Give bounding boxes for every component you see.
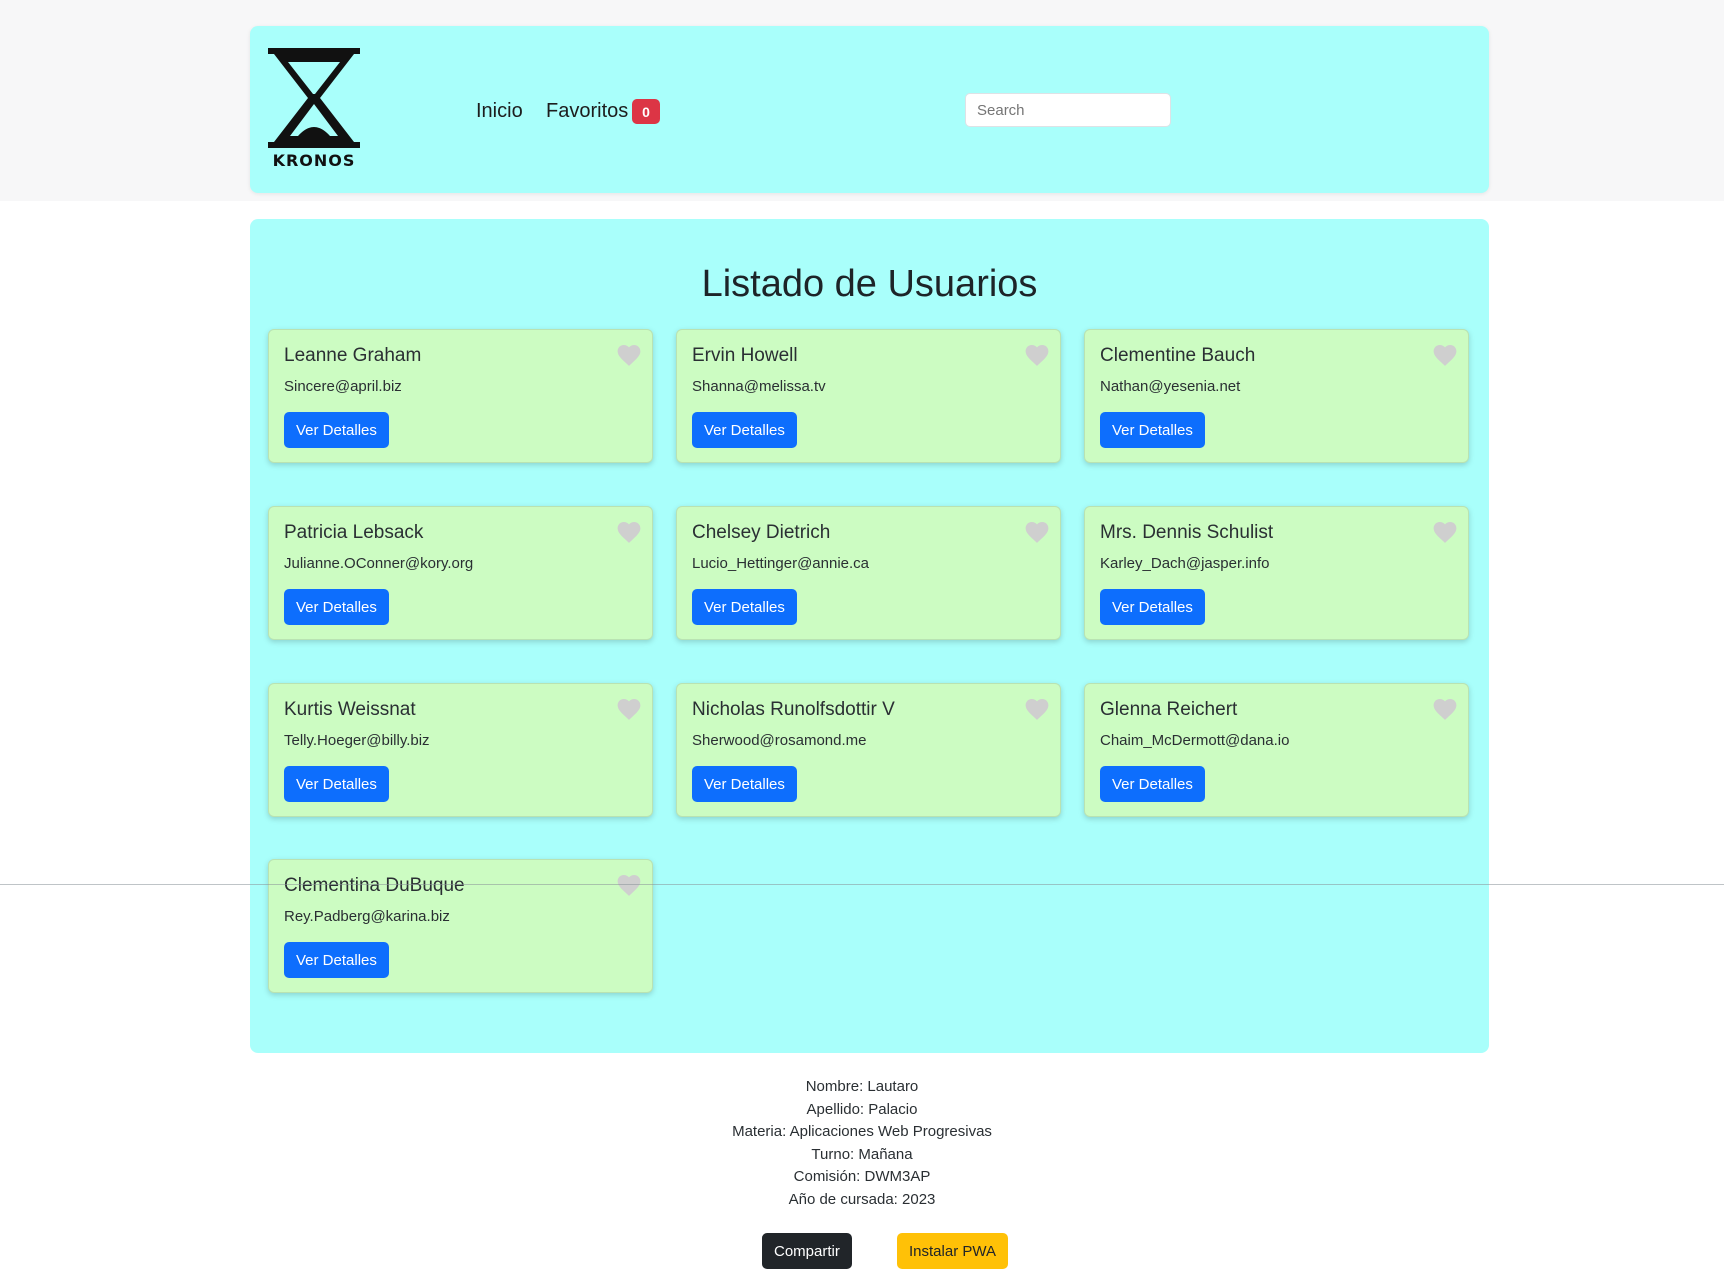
user-card: Clementina DuBuque Rey.Padberg@karina.biz… [268, 859, 653, 993]
footer-actions: Compartir Instalar PWA [0, 1233, 1724, 1269]
heart-icon[interactable] [616, 697, 642, 721]
footer-line: Nombre: Lautaro [805, 1078, 919, 1095]
user-name: Leanne Graham [284, 345, 422, 366]
ver-detalles-button[interactable]: Ver Detalles [284, 942, 389, 978]
user-email: Chaim_McDermott@dana.io [1100, 732, 1290, 749]
svg-text:KRONOS: KRONOS [273, 151, 356, 170]
user-email: Julianne.OConner@kory.org [284, 555, 474, 572]
user-name: Nicholas Runolfsdottir V [692, 699, 895, 720]
user-email: Sherwood@rosamond.me [692, 732, 867, 749]
user-email: Shanna@melissa.tv [692, 378, 826, 395]
ver-detalles-button[interactable]: Ver Detalles [692, 589, 797, 625]
favorites-count-badge: 0 [632, 99, 660, 124]
user-email: Sincere@april.biz [284, 378, 402, 395]
user-card: Nicholas Runolfsdottir V Sherwood@rosamon… [676, 683, 1061, 817]
ver-detalles-button[interactable]: Ver Detalles [1100, 766, 1205, 802]
user-name: Kurtis Weissnat [284, 699, 416, 720]
page-title: Listado de Usuarios [701, 263, 1038, 305]
ver-detalles-button[interactable]: Ver Detalles [1100, 412, 1205, 448]
user-card: Kurtis Weissnat Telly.Hoeger@billy.biz Ver… [268, 683, 653, 817]
share-button[interactable]: Compartir [762, 1233, 852, 1269]
user-email: Lucio_Hettinger@annie.ca [692, 555, 870, 572]
user-card: Leanne Graham Sincere@april.biz Ver Detall… [268, 329, 653, 463]
user-card: Clementine Bauch Nathan@yesenia.net Ver De… [1084, 329, 1469, 463]
search-input[interactable] [965, 93, 1171, 127]
user-card: Mrs. Dennis Schulist Karley_Dach@jasper.i… [1084, 506, 1469, 640]
ver-detalles-button[interactable]: Ver Detalles [1100, 589, 1205, 625]
heart-icon[interactable] [1024, 520, 1050, 544]
footer-line: Materia: Aplicaciones Web Progresivas [732, 1123, 992, 1141]
ver-detalles-button[interactable]: Ver Detalles [284, 589, 389, 625]
footer-line: Año de cursada: 2023 [788, 1190, 936, 1208]
user-name: Clementine Bauch [1100, 345, 1256, 366]
heart-icon[interactable] [616, 520, 642, 544]
navbar: KRONOS Inicio Favoritos 0 [250, 26, 1489, 193]
user-email: Rey.Padberg@karina.biz [284, 908, 450, 925]
hourglass-logo-icon: KRONOS [268, 48, 360, 170]
footer-lines: Nombre: Lautaro Apellido: Palacio Materia:… [0, 1076, 1724, 1212]
user-name: Clementina DuBuque [284, 875, 465, 896]
footer-line: Turno: Mañana [811, 1145, 913, 1163]
user-name: Glenna Reichert [1100, 699, 1238, 720]
nav-link-favoritos[interactable]: Favoritos [546, 100, 628, 123]
install-pwa-button[interactable]: Instalar PWA [897, 1233, 1008, 1269]
ver-detalles-button[interactable]: Ver Detalles [692, 412, 797, 448]
heart-icon[interactable] [1432, 520, 1458, 544]
user-card: Chelsey Dietrich Lucio_Hettinger@annie.ca… [676, 506, 1061, 640]
divider-line [0, 884, 1724, 885]
users-panel: Listado de Usuarios Leanne Graham Sincere… [250, 219, 1489, 1053]
kronos-logo[interactable]: KRONOS [268, 48, 360, 170]
ver-detalles-button[interactable]: Ver Detalles [284, 412, 389, 448]
user-name: Ervin Howell [692, 345, 798, 366]
footer-line: Comisión: DWM3AP [793, 1168, 931, 1186]
heart-icon[interactable] [1024, 343, 1050, 367]
heart-icon[interactable] [616, 343, 642, 367]
ver-detalles-button[interactable]: Ver Detalles [692, 766, 797, 802]
heart-icon[interactable] [616, 873, 642, 897]
user-card: Glenna Reichert Chaim_McDermott@dana.io Ve… [1084, 683, 1469, 817]
user-email: Telly.Hoeger@billy.biz [284, 732, 430, 749]
user-email: Karley_Dach@jasper.info [1100, 555, 1270, 572]
user-name: Patricia Lebsack [284, 522, 424, 543]
user-email: Nathan@yesenia.net [1100, 378, 1241, 395]
heart-icon[interactable] [1432, 697, 1458, 721]
ver-detalles-button[interactable]: Ver Detalles [284, 766, 389, 802]
user-name: Chelsey Dietrich [692, 522, 831, 543]
nav-link-inicio[interactable]: Inicio [476, 100, 523, 123]
footer-info: Nombre: Lautaro Apellido: Palacio Materia:… [0, 1076, 1724, 1212]
footer-line: Apellido: Palacio [806, 1100, 918, 1118]
user-card: Patricia Lebsack Julianne.OConner@kory.or… [268, 506, 653, 640]
user-name: Mrs. Dennis Schulist [1100, 522, 1274, 543]
user-card: Ervin Howell Shanna@melissa.tv Ver Detalle… [676, 329, 1061, 463]
heart-icon[interactable] [1432, 343, 1458, 367]
heart-icon[interactable] [1024, 697, 1050, 721]
